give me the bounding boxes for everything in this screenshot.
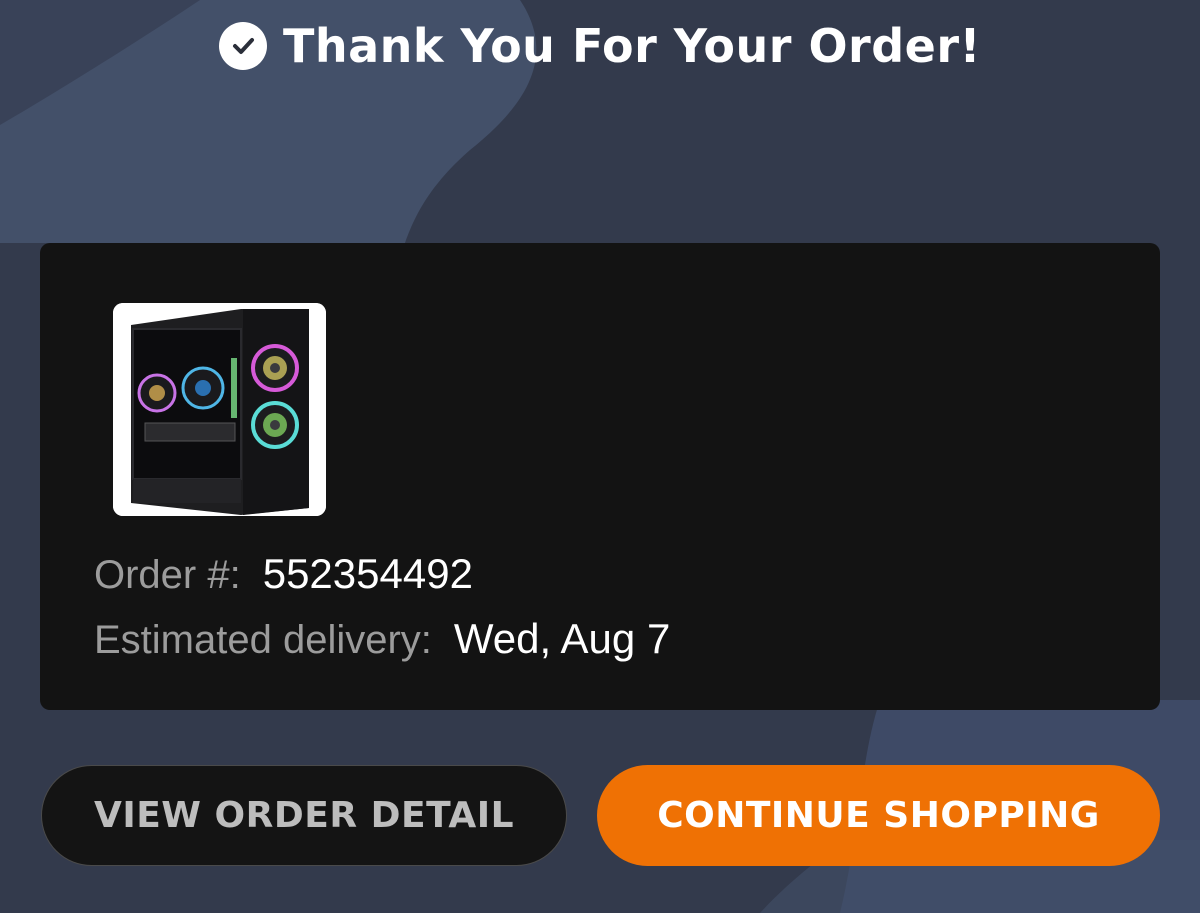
estimated-delivery-label: Estimated delivery: <box>94 618 432 662</box>
check-circle-icon <box>218 22 267 70</box>
order-number-label: Order #: <box>94 553 241 597</box>
view-order-detail-button[interactable]: VIEW ORDER DETAIL <box>41 765 567 866</box>
continue-shopping-button[interactable]: CONTINUE SHOPPING <box>597 765 1160 866</box>
order-summary-card: Order #: 552354492 Estimated delivery: W… <box>40 243 1160 710</box>
page-header: Thank You For Your Order! <box>0 10 1200 82</box>
gaming-pc-icon <box>113 303 326 516</box>
estimated-delivery-value: Wed, Aug 7 <box>453 615 671 662</box>
order-number-row: Order #: 552354492 <box>94 550 473 598</box>
page-title: Thank You For Your Order! <box>282 19 982 73</box>
estimated-delivery-row: Estimated delivery: Wed, Aug 7 <box>94 615 670 663</box>
order-number-value: 552354492 <box>262 550 473 597</box>
product-image <box>113 303 326 516</box>
